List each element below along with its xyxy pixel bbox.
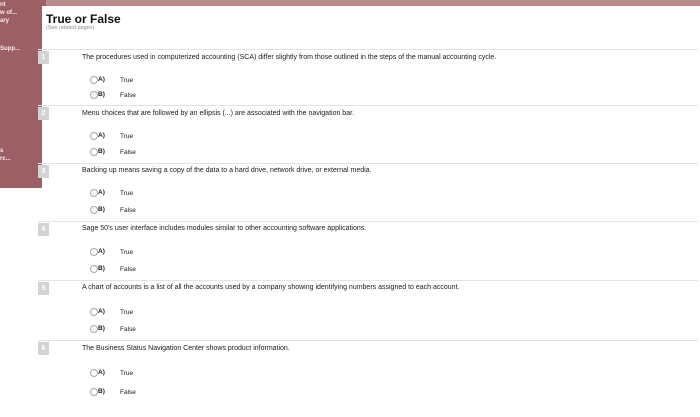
option-letter: A) bbox=[98, 248, 105, 255]
question-text: Sage 50's user interface includes module… bbox=[82, 225, 367, 232]
question-number: 6 bbox=[38, 342, 49, 355]
radio-button[interactable] bbox=[90, 308, 98, 316]
question-text: Menu choices that are followed by an ell… bbox=[82, 110, 354, 117]
option-letter: B) bbox=[98, 325, 105, 332]
radio-button[interactable] bbox=[90, 248, 98, 256]
related-pages-link[interactable]: (See related pages) bbox=[46, 25, 94, 31]
question-text: Backing up means saving a copy of the da… bbox=[82, 167, 372, 174]
sidebar-item-3[interactable]: ary bbox=[0, 18, 9, 25]
option-letter: B) bbox=[98, 91, 105, 98]
option-label: True bbox=[120, 249, 134, 256]
option-letter: B) bbox=[98, 265, 105, 272]
radio-button[interactable] bbox=[90, 265, 98, 273]
sidebar-item-1[interactable]: nt bbox=[0, 2, 6, 9]
option-label: False bbox=[120, 389, 136, 396]
option-letter: A) bbox=[98, 76, 105, 83]
question-divider bbox=[38, 163, 698, 164]
question-number: 2 bbox=[38, 107, 49, 120]
question-number: 3 bbox=[38, 165, 49, 178]
radio-button[interactable] bbox=[90, 325, 98, 333]
question-number: 4 bbox=[38, 223, 49, 236]
question-divider bbox=[38, 49, 698, 50]
option-label: True bbox=[120, 370, 134, 377]
question-divider bbox=[38, 280, 698, 281]
radio-button[interactable] bbox=[90, 148, 98, 156]
radio-button[interactable] bbox=[90, 91, 98, 99]
option-label: True bbox=[120, 309, 134, 316]
option-label: True bbox=[120, 190, 134, 197]
option-letter: A) bbox=[98, 369, 105, 376]
question-text: A chart of accounts is a list of all the… bbox=[82, 284, 460, 291]
radio-button[interactable] bbox=[90, 369, 98, 377]
main-content: True or False (See related pages) 1 The … bbox=[38, 6, 700, 417]
sidebar-item-6[interactable]: rc... bbox=[0, 156, 11, 163]
radio-button[interactable] bbox=[90, 76, 98, 84]
page-title: True or False bbox=[46, 12, 121, 26]
question-divider bbox=[38, 221, 698, 222]
question-text: The procedures used in computerized acco… bbox=[82, 54, 497, 61]
option-label: False bbox=[120, 92, 136, 99]
option-letter: A) bbox=[98, 189, 105, 196]
radio-button[interactable] bbox=[90, 132, 98, 140]
radio-button[interactable] bbox=[90, 189, 98, 197]
option-letter: A) bbox=[98, 308, 105, 315]
option-letter: B) bbox=[98, 388, 105, 395]
option-label: True bbox=[120, 133, 134, 140]
question-number: 5 bbox=[38, 282, 49, 295]
sidebar-item-2[interactable]: w of... bbox=[0, 10, 17, 17]
option-letter: A) bbox=[98, 132, 105, 139]
question-number: 1 bbox=[38, 51, 49, 64]
question-text: The Business Status Navigation Center sh… bbox=[82, 345, 290, 352]
radio-button[interactable] bbox=[90, 206, 98, 214]
option-label: False bbox=[120, 207, 136, 214]
option-label: True bbox=[120, 77, 134, 84]
option-letter: B) bbox=[98, 206, 105, 213]
radio-button[interactable] bbox=[90, 388, 98, 396]
question-divider bbox=[38, 105, 698, 106]
option-label: False bbox=[120, 266, 136, 273]
option-letter: B) bbox=[98, 148, 105, 155]
sidebar-item-5[interactable]: s bbox=[0, 148, 3, 155]
question-divider bbox=[38, 340, 698, 341]
option-label: False bbox=[120, 149, 136, 156]
sidebar: nt w of... ary Supp... s rc... bbox=[0, 0, 46, 188]
sidebar-item-4[interactable]: Supp... bbox=[0, 46, 20, 53]
option-label: False bbox=[120, 326, 136, 333]
